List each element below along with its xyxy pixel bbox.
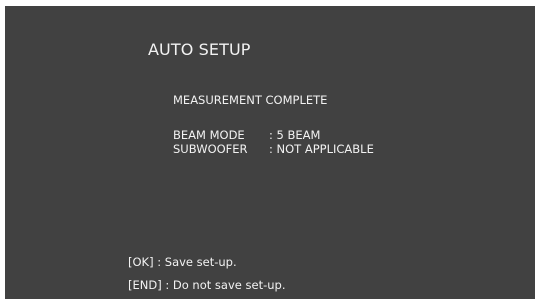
end-key: [END] [128, 278, 162, 292]
beam-mode-row: BEAM MODE : 5 BEAM [173, 128, 374, 142]
end-separator: : [161, 278, 173, 292]
ok-key: [OK] [128, 255, 154, 269]
ok-separator: : [153, 255, 165, 269]
ok-action[interactable]: [OK] : Save set-up. [128, 255, 285, 269]
measurement-status: MEASUREMENT COMPLETE [173, 93, 328, 107]
subwoofer-row: SUBWOOFER : NOT APPLICABLE [173, 142, 374, 156]
end-action[interactable]: [END] : Do not save set-up. [128, 278, 285, 292]
end-action-text: Do not save set-up. [172, 278, 286, 292]
setup-info: BEAM MODE : 5 BEAM SUBWOOFER : NOT APPLI… [173, 128, 374, 156]
ok-action-text: Save set-up. [164, 255, 237, 269]
subwoofer-value: : NOT APPLICABLE [269, 142, 374, 156]
auto-setup-screen: AUTO SETUP MEASUREMENT COMPLETE BEAM MOD… [5, 6, 535, 299]
beam-mode-value: : 5 BEAM [269, 128, 321, 142]
screen-title: AUTO SETUP [148, 40, 251, 59]
action-list: [OK] : Save set-up. [END] : Do not save … [128, 255, 285, 301]
subwoofer-label: SUBWOOFER [173, 142, 248, 156]
beam-mode-label: BEAM MODE [173, 128, 245, 142]
